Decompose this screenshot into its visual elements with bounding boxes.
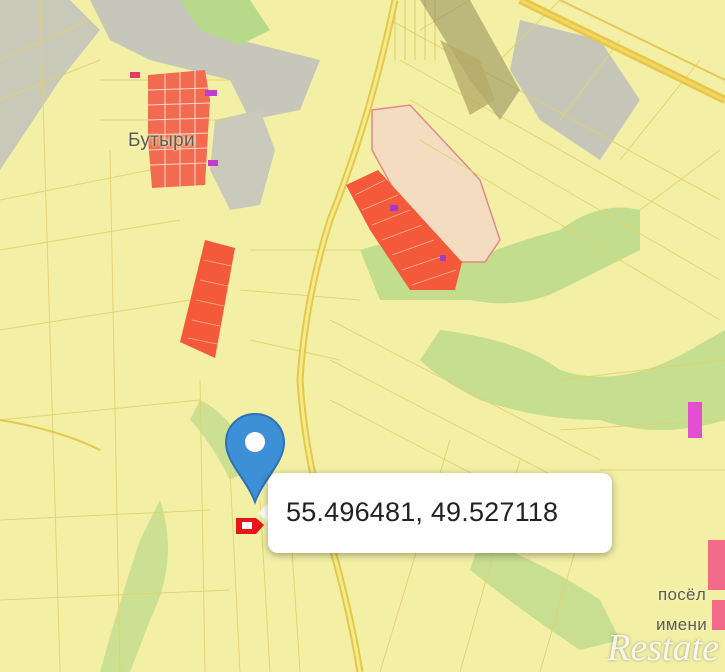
map-view[interactable]: Бутыри посёл имени 55.496481, 49.527118 …: [0, 0, 725, 672]
place-label-settlement-line1: посёл: [658, 585, 707, 604]
coordinates-text: 55.496481, 49.527118: [286, 497, 559, 527]
coordinates-callout[interactable]: 55.496481, 49.527118: [268, 473, 612, 553]
place-label-village: Бутыри: [128, 130, 195, 151]
map-canvas[interactable]: [0, 0, 725, 672]
watermark: Restate: [607, 627, 719, 669]
